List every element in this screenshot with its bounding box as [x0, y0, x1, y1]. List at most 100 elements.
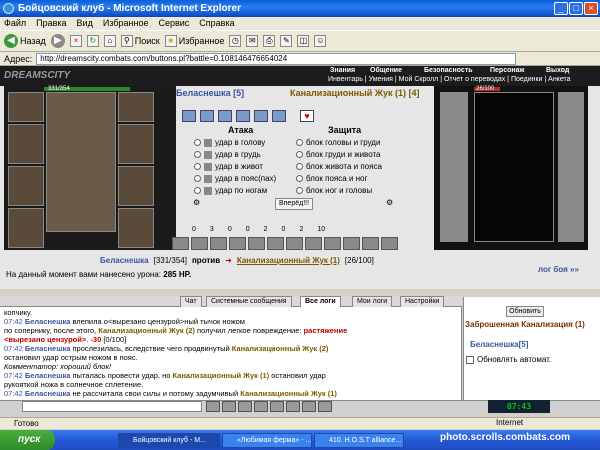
action-icon[interactable]	[305, 237, 322, 250]
player-slot-shield[interactable]	[118, 166, 154, 206]
block-option-chest-stomach[interactable]: блок груди и живота	[296, 150, 381, 159]
settings-gear-icon[interactable]: ⚙	[193, 198, 200, 207]
action-icon[interactable]	[267, 237, 284, 250]
chat-button[interactable]	[206, 401, 220, 412]
chat-button[interactable]	[286, 401, 300, 412]
auto-refresh-option[interactable]: Обновлять автомат.	[466, 355, 551, 364]
action-icon[interactable]	[229, 237, 246, 250]
vs-enemy-name[interactable]: Канализационный Жук (1)	[237, 256, 340, 265]
tab-my-logs[interactable]: Мои логи	[352, 296, 393, 307]
spell-slot-2[interactable]	[200, 110, 214, 122]
nav-secondary-links[interactable]: Инвентарь | Умения | Мой Скролл | Отчет …	[328, 76, 571, 83]
mail-icon[interactable]: ✉	[246, 35, 259, 47]
action-icon[interactable]	[210, 237, 227, 250]
player-slot-earrings[interactable]	[118, 92, 154, 122]
attack-option-belt[interactable]: удар в пояс(пах)	[194, 174, 276, 183]
action-icon[interactable]	[286, 237, 303, 250]
spell-slot-6[interactable]	[272, 110, 286, 122]
spell-slot-4[interactable]	[236, 110, 250, 122]
forward-arrow-icon[interactable]: ▶	[50, 34, 65, 48]
messenger-icon[interactable]: ☺	[314, 35, 327, 47]
refresh-button[interactable]: Обновить	[506, 306, 544, 317]
chat-nick[interactable]: Канализационный Жук (1)	[240, 389, 337, 398]
chat-log[interactable]: копчику. 07:42 Беласнешка влепила о<вырез…	[0, 307, 462, 400]
tab-system-messages[interactable]: Системные сообщения	[206, 296, 292, 307]
heart-icon[interactable]: ♥	[300, 110, 314, 122]
search-button[interactable]: ⚲ Поиск	[120, 35, 160, 47]
online-player-nick[interactable]: Беласнешка[5]	[470, 340, 528, 349]
block-option-stomach-belt[interactable]: блок живота и пояса	[296, 162, 382, 171]
nav-communication[interactable]: Общение	[370, 67, 402, 74]
spell-slot-1[interactable]	[182, 110, 196, 122]
nav-character[interactable]: Персонаж	[490, 67, 524, 74]
favorites-button[interactable]: ★ Избранное	[164, 35, 224, 47]
player-slot-belt[interactable]	[8, 208, 44, 248]
action-icon[interactable]	[248, 237, 265, 250]
menu-view[interactable]: Вид	[77, 17, 93, 30]
chat-button[interactable]	[270, 401, 284, 412]
taskbar-app-farm[interactable]: «Любимая ферма» - ...	[222, 433, 312, 448]
spell-slot-5[interactable]	[254, 110, 268, 122]
tab-chat[interactable]: Чат	[180, 296, 202, 307]
nav-exit[interactable]: Выход	[546, 67, 569, 74]
action-icon[interactable]	[191, 237, 208, 250]
action-icon[interactable]	[324, 237, 341, 250]
chat-nick[interactable]: Беласнешка	[25, 344, 71, 353]
forward-attack-button[interactable]: Вперёд!!!	[275, 198, 313, 210]
spell-slot-3[interactable]	[218, 110, 232, 122]
chat-button[interactable]	[318, 401, 332, 412]
player-slot-armor[interactable]	[8, 166, 44, 206]
player-slot-weapon[interactable]	[8, 124, 44, 164]
chat-nick[interactable]: Беласнешка	[25, 317, 71, 326]
maximize-button[interactable]: □	[569, 2, 583, 15]
close-button[interactable]: ×	[584, 2, 598, 15]
stop-icon[interactable]: ×	[69, 35, 82, 47]
action-icon[interactable]	[381, 237, 398, 250]
chat-button[interactable]	[302, 401, 316, 412]
back-button[interactable]: ◀ Назад	[4, 34, 46, 48]
chat-button[interactable]	[222, 401, 236, 412]
player-slot-gloves[interactable]	[118, 124, 154, 164]
taskbar-app-combats[interactable]: Бойцовский клуб - M...	[118, 433, 220, 448]
chat-button[interactable]	[238, 401, 252, 412]
address-input[interactable]: http://dreamscity.combats.com/buttons.pl…	[36, 52, 517, 65]
player-slot-boots[interactable]	[118, 208, 154, 248]
menu-tools[interactable]: Сервис	[158, 17, 189, 30]
tab-settings[interactable]: Настройки	[400, 296, 445, 307]
discuss-icon[interactable]: ◫	[297, 35, 310, 47]
player-name[interactable]: Беласнешка [5]	[176, 88, 244, 98]
chat-nick[interactable]: Канализационный Жук (2)	[232, 344, 329, 353]
menu-help[interactable]: Справка	[199, 17, 234, 30]
block-option-belt-legs[interactable]: блок пояса и ног	[296, 174, 367, 183]
tab-all-logs[interactable]: Все логи	[300, 296, 341, 307]
chat-input[interactable]	[22, 401, 202, 412]
refresh-icon[interactable]: ↻	[86, 35, 99, 47]
battle-log-link[interactable]: лог боя »»	[538, 265, 579, 274]
block-option-head-chest[interactable]: блок головы и груди	[296, 138, 380, 147]
nav-security[interactable]: Безопасность	[424, 67, 473, 74]
chat-nick[interactable]: Беласнешка	[25, 389, 71, 398]
taskbar-app-alliance[interactable]: 410. H.O.S.T alliance...	[314, 433, 404, 448]
attack-option-stomach[interactable]: удар в живот	[194, 162, 263, 171]
chat-button[interactable]	[254, 401, 268, 412]
auto-refresh-checkbox[interactable]	[466, 355, 474, 364]
settings-gear-icon-right[interactable]: ⚙	[386, 198, 393, 207]
nav-knowledge[interactable]: Знания	[330, 67, 355, 74]
history-icon[interactable]: ◷	[229, 35, 242, 47]
minimize-button[interactable]: _	[554, 2, 568, 15]
edit-icon[interactable]: ✎	[280, 35, 293, 47]
menu-edit[interactable]: Правка	[36, 17, 66, 30]
action-icon[interactable]	[172, 237, 189, 250]
chat-nick[interactable]: Канализационный Жук (2)	[98, 326, 195, 335]
attack-option-head[interactable]: удар в голову	[194, 138, 265, 147]
chat-nick[interactable]: Беласнешка	[25, 371, 71, 380]
attack-option-legs[interactable]: удар по ногам	[194, 186, 267, 195]
chat-nick[interactable]: Канализационный Жук (1)	[172, 371, 269, 380]
action-icon[interactable]	[362, 237, 379, 250]
action-icon[interactable]	[343, 237, 360, 250]
vs-player-name[interactable]: Беласнешка	[100, 256, 149, 265]
home-icon[interactable]: ⌂	[103, 35, 116, 47]
attack-option-chest[interactable]: удар в грудь	[194, 150, 261, 159]
menu-favorites[interactable]: Избранное	[103, 17, 149, 30]
enemy-name[interactable]: Канализационный Жук (1) [4]	[290, 88, 419, 98]
